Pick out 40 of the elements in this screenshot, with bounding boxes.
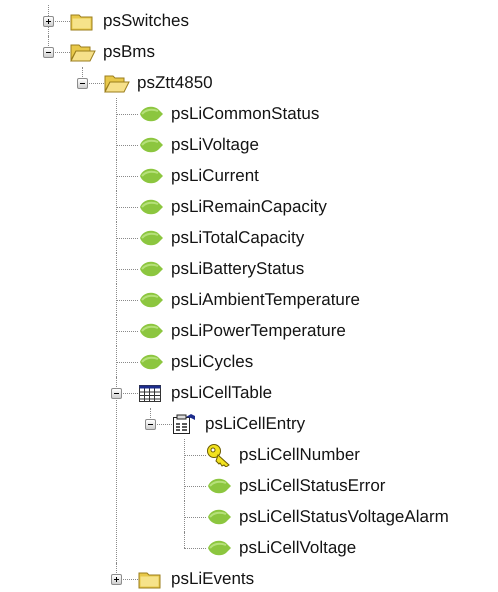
leaf-icon — [206, 538, 232, 558]
tree-item-label[interactable]: psLiTotalCapacity — [171, 228, 304, 248]
tree-item-label[interactable]: psLiCycles — [171, 352, 254, 372]
table-icon — [138, 382, 162, 402]
tree-item-label[interactable]: psLiVoltage — [171, 134, 259, 154]
leaf-icon — [138, 134, 164, 154]
tree-item-label[interactable]: psLiCellStatusError — [239, 476, 386, 496]
tree-item-label[interactable]: psLiCellNumber — [239, 444, 360, 464]
collapse-toggle[interactable] — [111, 388, 122, 398]
leaf-icon — [138, 258, 164, 278]
tree-item-label[interactable]: psLiCellStatusVoltageAlarm — [239, 506, 449, 526]
tree-item-label[interactable]: psLiRemainCapacity — [171, 196, 327, 216]
leaf-icon — [206, 506, 232, 526]
tree-item-label[interactable]: psLiPowerTemperature — [171, 320, 346, 340]
leaf-icon — [138, 320, 164, 340]
tree-item-label[interactable]: psLiCellEntry — [205, 414, 306, 434]
tree-item-label[interactable]: psZtt4850 — [137, 72, 213, 92]
collapse-toggle[interactable] — [43, 46, 54, 58]
expand-toggle[interactable] — [111, 574, 122, 584]
tree-item-label[interactable]: psLiAmbientTemperature — [171, 290, 360, 310]
collapse-toggle[interactable] — [145, 418, 156, 430]
leaf-icon — [138, 290, 164, 310]
tree-item-label[interactable]: psSwitches — [103, 10, 189, 30]
key-icon — [206, 442, 232, 466]
tree-item-label[interactable]: psLiBatteryStatus — [171, 258, 304, 278]
tree-item-label[interactable]: psLiCommonStatus — [171, 104, 320, 124]
expand-toggle[interactable] — [43, 16, 54, 26]
leaf-icon — [138, 228, 164, 248]
tree-item-label[interactable]: psBms — [103, 42, 155, 62]
document-icon — [172, 412, 196, 434]
leaf-icon — [206, 476, 232, 496]
leaf-icon — [138, 166, 164, 186]
tree-item-label[interactable]: psLiCurrent — [171, 166, 259, 186]
leaf-icon — [138, 104, 164, 124]
tree-item-label[interactable]: psLiCellTable — [171, 382, 272, 402]
tree-item-label[interactable]: psLiEvents — [171, 568, 254, 588]
leaf-icon — [138, 196, 164, 216]
collapse-toggle[interactable] — [77, 78, 88, 88]
tree-item-label[interactable]: psLiCellVoltage — [239, 538, 356, 558]
leaf-icon — [138, 352, 164, 372]
